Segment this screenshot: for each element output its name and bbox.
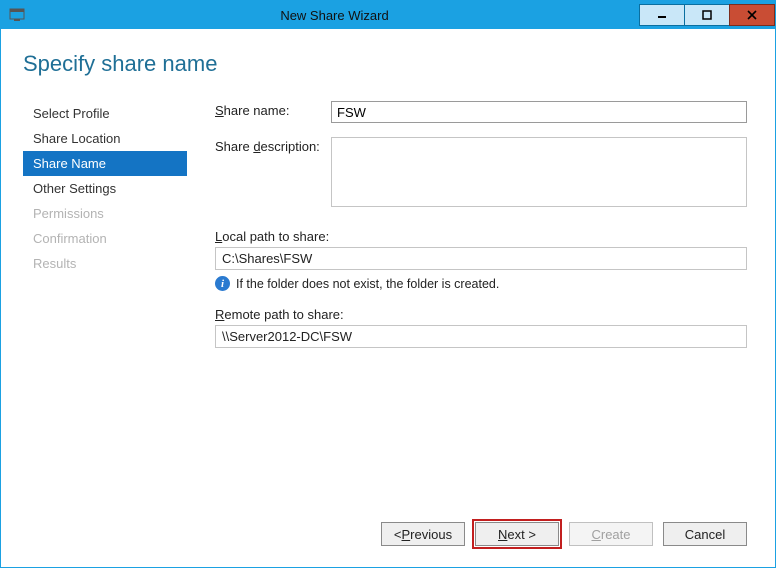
remote-path-value: \\Server2012-DC\FSW <box>215 325 747 348</box>
info-icon: i <box>215 276 230 291</box>
nav-item-select-profile[interactable]: Select Profile <box>23 101 187 126</box>
share-description-accesskey: d <box>253 139 260 154</box>
titlebar: New Share Wizard <box>1 1 775 29</box>
nav-item-confirmation: Confirmation <box>23 226 187 251</box>
create-button: Create <box>569 522 653 546</box>
share-description-label: Share description: <box>215 137 331 154</box>
window-title: New Share Wizard <box>29 8 640 23</box>
share-name-label: Share name: <box>215 101 331 118</box>
close-button[interactable] <box>729 4 775 26</box>
share-name-input[interactable] <box>331 101 747 123</box>
wizard-body: Specify share name Select ProfileShare L… <box>1 29 775 567</box>
nav-item-permissions: Permissions <box>23 201 187 226</box>
maximize-button[interactable] <box>684 4 730 26</box>
form-content: Share name: Share description: Local pat… <box>187 101 753 509</box>
nav-item-share-name[interactable]: Share Name <box>23 151 187 176</box>
local-path-value: C:\Shares\FSW <box>215 247 747 270</box>
new-share-wizard-window: New Share Wizard Specify share name Sele… <box>0 0 776 568</box>
info-row: i If the folder does not exist, the fold… <box>215 276 747 291</box>
nav-item-other-settings[interactable]: Other Settings <box>23 176 187 201</box>
share-description-input[interactable] <box>331 137 747 207</box>
page-heading: Specify share name <box>23 51 753 77</box>
wizard-footer: < Previous Next > Create Cancel <box>23 509 753 559</box>
app-icon <box>5 3 29 27</box>
minimize-button[interactable] <box>639 4 685 26</box>
previous-button[interactable]: < Previous <box>381 522 465 546</box>
local-path-label: Local path to share: <box>215 229 747 244</box>
wizard-nav: Select ProfileShare LocationShare NameOt… <box>23 101 187 509</box>
window-controls <box>640 4 775 26</box>
remote-path-label: Remote path to share: <box>215 307 747 322</box>
nav-item-results: Results <box>23 251 187 276</box>
remote-path-accesskey: R <box>215 307 224 322</box>
next-button[interactable]: Next > <box>475 522 559 546</box>
main-area: Select ProfileShare LocationShare NameOt… <box>23 101 753 509</box>
share-name-accesskey: S <box>215 103 224 118</box>
info-text: If the folder does not exist, the folder… <box>236 277 499 291</box>
cancel-button[interactable]: Cancel <box>663 522 747 546</box>
nav-item-share-location[interactable]: Share Location <box>23 126 187 151</box>
